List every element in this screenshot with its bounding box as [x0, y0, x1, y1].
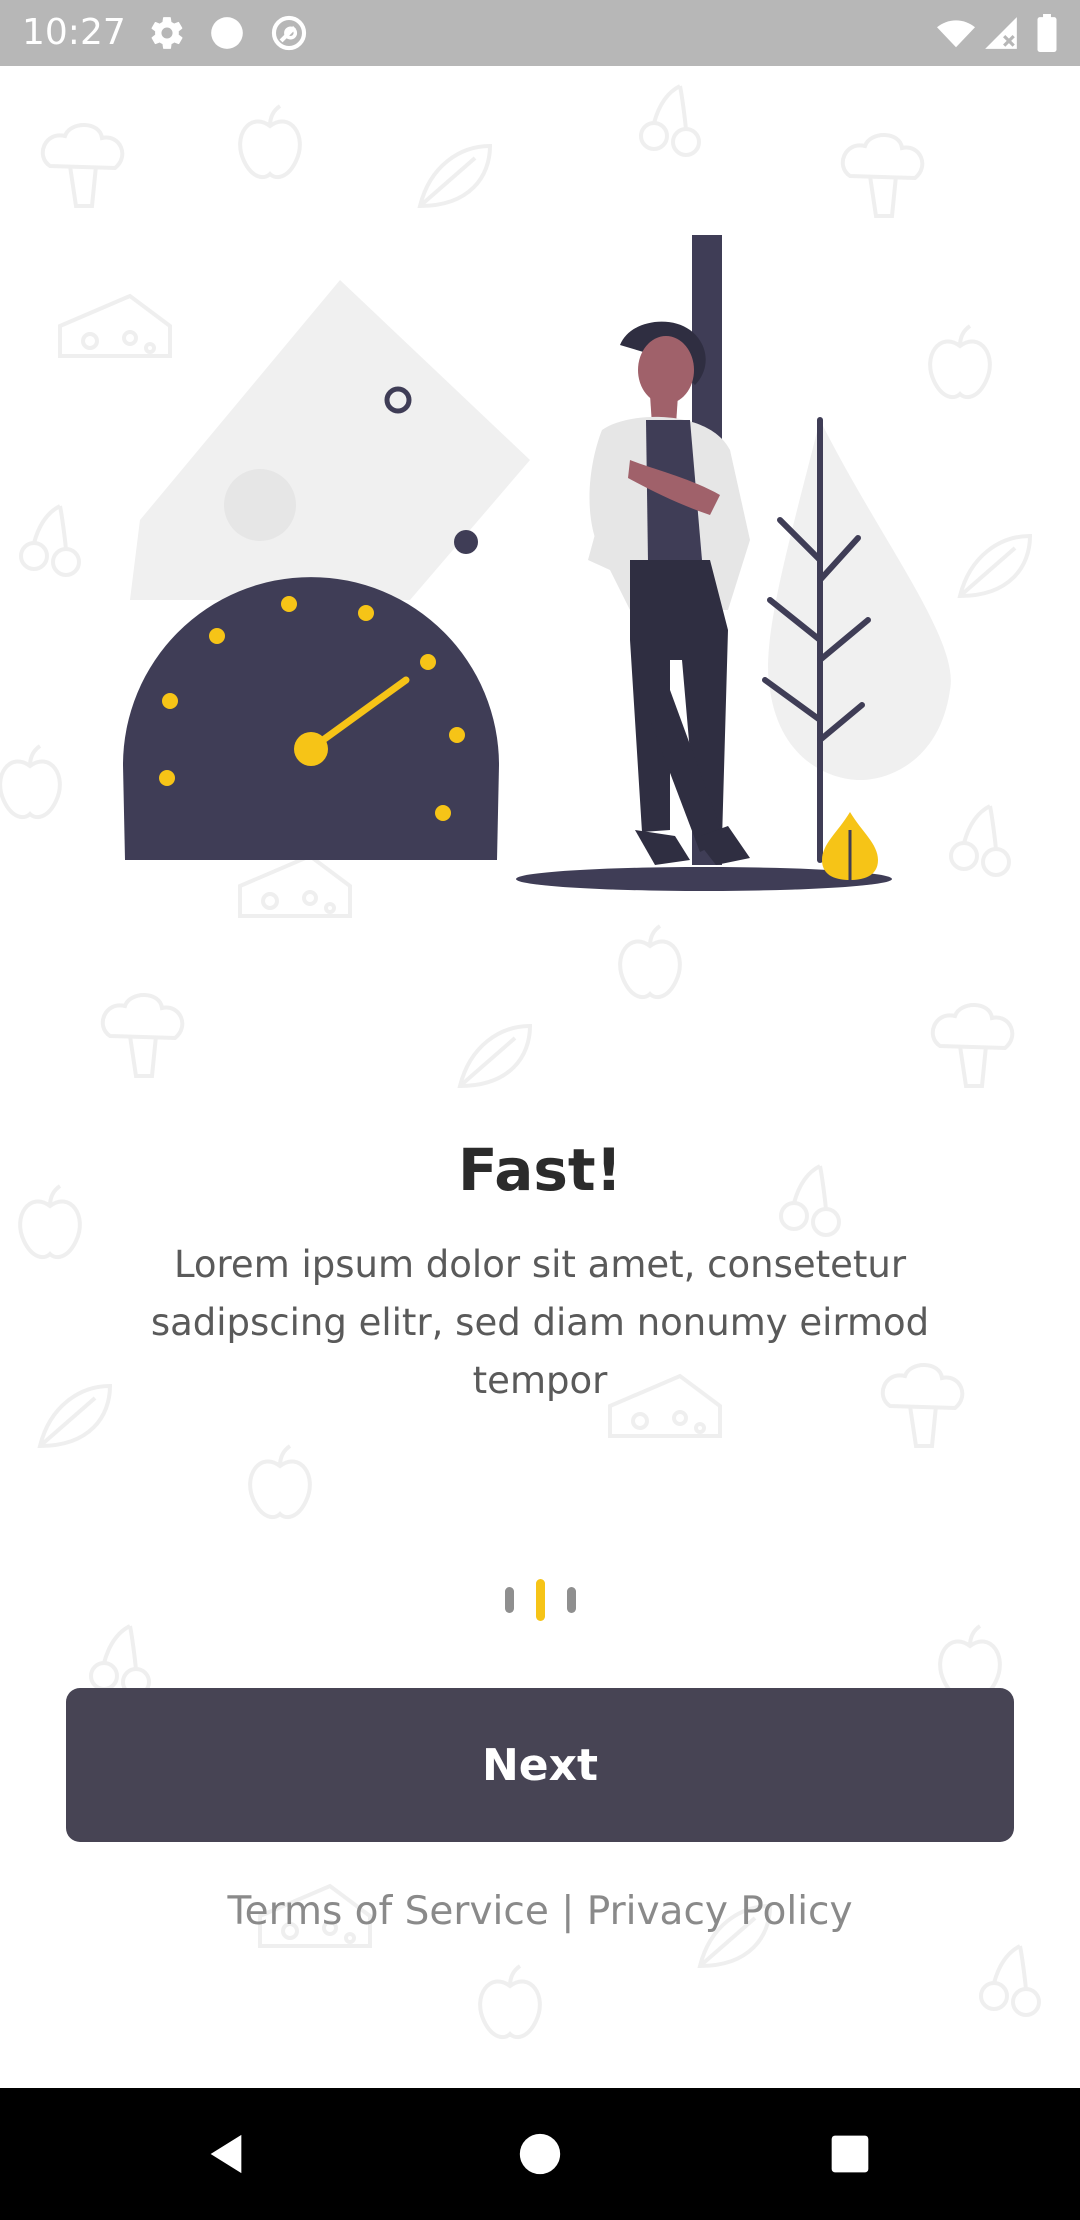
person-figure — [588, 321, 750, 865]
page-indicator-dot — [566, 1587, 576, 1613]
page-indicator-dot — [504, 1587, 514, 1613]
speed-illustration — [123, 235, 951, 891]
status-time: 10:27 — [22, 12, 126, 53]
navigation-bar — [0, 2088, 1080, 2220]
legal-separator: | — [561, 1889, 575, 1934]
page-indicator-dot-active — [535, 1579, 545, 1621]
status-bar: 10:27 — [0, 0, 1080, 66]
leaf-shape — [768, 420, 951, 780]
onboarding-title: Fast! — [457, 1136, 623, 1204]
gear-icon — [148, 14, 186, 56]
back-icon — [210, 2134, 242, 2174]
wifi-icon — [936, 14, 976, 56]
at-sign-icon — [270, 14, 308, 56]
battery-icon — [1036, 14, 1058, 56]
home-button[interactable] — [460, 2088, 620, 2220]
privacy-policy-link[interactable]: Privacy Policy — [587, 1889, 853, 1934]
back-button[interactable] — [146, 2088, 306, 2220]
next-button[interactable]: Next — [66, 1688, 1014, 1842]
home-icon — [519, 2133, 561, 2175]
terms-of-service-link[interactable]: Terms of Service — [227, 1889, 548, 1934]
recents-icon — [831, 2135, 869, 2173]
small-dark-dot — [454, 530, 478, 554]
legal-links: Terms of Service | Privacy Policy — [0, 1882, 1080, 1942]
onboarding-description: Lorem ipsum dolor sit amet, consetetur s… — [150, 1243, 930, 1402]
cellular-signal-icon — [982, 14, 1020, 56]
circle-icon — [208, 14, 246, 56]
onboarding-screen: 10:27 Fast! Lorem ipsum dolor sit amet, … — [0, 0, 1080, 2220]
page-indicator — [0, 1578, 1080, 1622]
recents-button[interactable] — [770, 2088, 930, 2220]
speedometer — [123, 577, 499, 860]
